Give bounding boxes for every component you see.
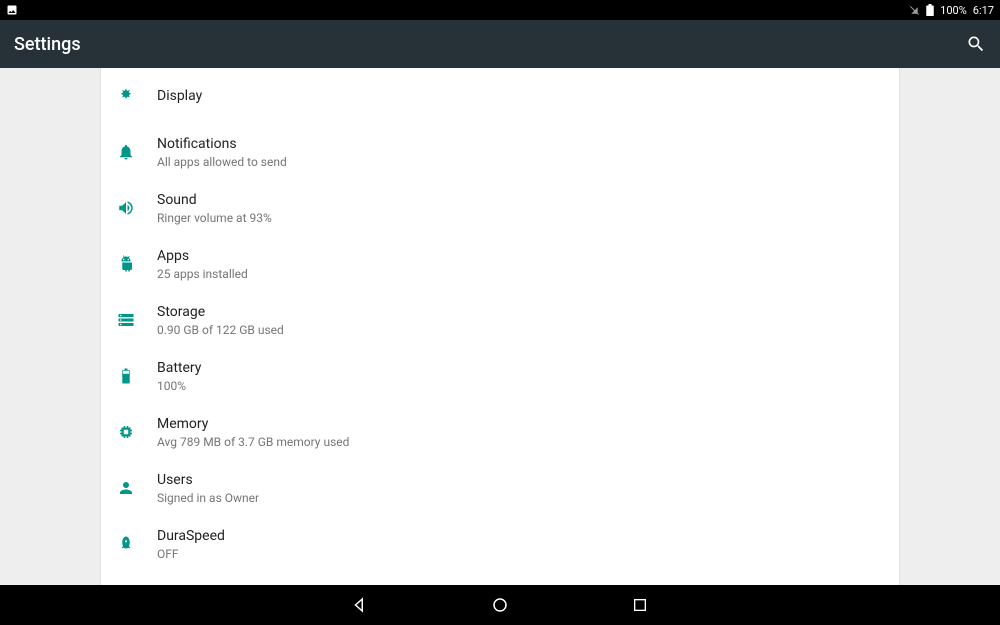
settings-item-battery[interactable]: Battery 100%	[101, 348, 899, 404]
home-button[interactable]	[490, 595, 510, 615]
content-area: Display Notifications All apps allowed t…	[0, 68, 1000, 585]
person-icon	[117, 479, 135, 497]
item-title: Users	[157, 471, 259, 489]
settings-item-memory[interactable]: Memory Avg 789 MB of 3.7 GB memory used	[101, 404, 899, 460]
rocket-icon	[117, 535, 135, 553]
settings-list: Display Notifications All apps allowed t…	[100, 68, 900, 585]
battery-icon	[926, 4, 934, 16]
bell-icon	[117, 143, 135, 161]
recents-button[interactable]	[630, 595, 650, 615]
item-title: Notifications	[157, 135, 287, 153]
home-icon	[491, 596, 509, 614]
settings-item-sound[interactable]: Sound Ringer volume at 93%	[101, 180, 899, 236]
navigation-bar	[0, 585, 1000, 625]
app-bar: Settings	[0, 20, 1000, 68]
settings-item-notifications[interactable]: Notifications All apps allowed to send	[101, 124, 899, 180]
item-title: Sound	[157, 191, 272, 209]
item-title: Memory	[157, 415, 349, 433]
battery-percent: 100%	[940, 4, 967, 17]
back-button[interactable]	[350, 595, 370, 615]
item-title: DuraSpeed	[157, 527, 225, 545]
search-button[interactable]	[966, 34, 986, 54]
item-subtitle: Avg 789 MB of 3.7 GB memory used	[157, 435, 349, 449]
battery-icon	[117, 367, 135, 385]
item-subtitle: OFF	[157, 547, 225, 561]
item-subtitle: All apps allowed to send	[157, 155, 287, 169]
memory-icon	[117, 423, 135, 441]
item-title: Display	[157, 87, 202, 105]
display-icon	[117, 87, 135, 105]
settings-item-users[interactable]: Users Signed in as Owner	[101, 460, 899, 516]
item-title: Storage	[157, 303, 284, 321]
item-subtitle: 100%	[157, 379, 201, 393]
volume-icon	[117, 199, 135, 217]
status-bar: 100% 6:17	[0, 0, 1000, 20]
no-sim-icon	[909, 5, 920, 16]
item-subtitle: 25 apps installed	[157, 267, 248, 281]
recents-icon	[632, 597, 648, 613]
item-subtitle: Signed in as Owner	[157, 491, 259, 505]
page-title: Settings	[14, 34, 81, 55]
image-icon	[6, 4, 18, 16]
item-title: Apps	[157, 247, 248, 265]
settings-item-duraspeed[interactable]: DuraSpeed OFF	[101, 516, 899, 572]
settings-item-display[interactable]: Display	[101, 68, 899, 124]
settings-item-apps[interactable]: Apps 25 apps installed	[101, 236, 899, 292]
clock: 6:17	[973, 4, 994, 17]
settings-item-storage[interactable]: Storage 0.90 GB of 122 GB used	[101, 292, 899, 348]
storage-icon	[117, 311, 135, 329]
item-subtitle: Ringer volume at 93%	[157, 211, 272, 225]
android-icon	[117, 255, 135, 273]
search-icon	[966, 34, 986, 54]
item-subtitle: 0.90 GB of 122 GB used	[157, 323, 284, 337]
item-title: Battery	[157, 359, 201, 377]
back-icon	[351, 596, 369, 614]
